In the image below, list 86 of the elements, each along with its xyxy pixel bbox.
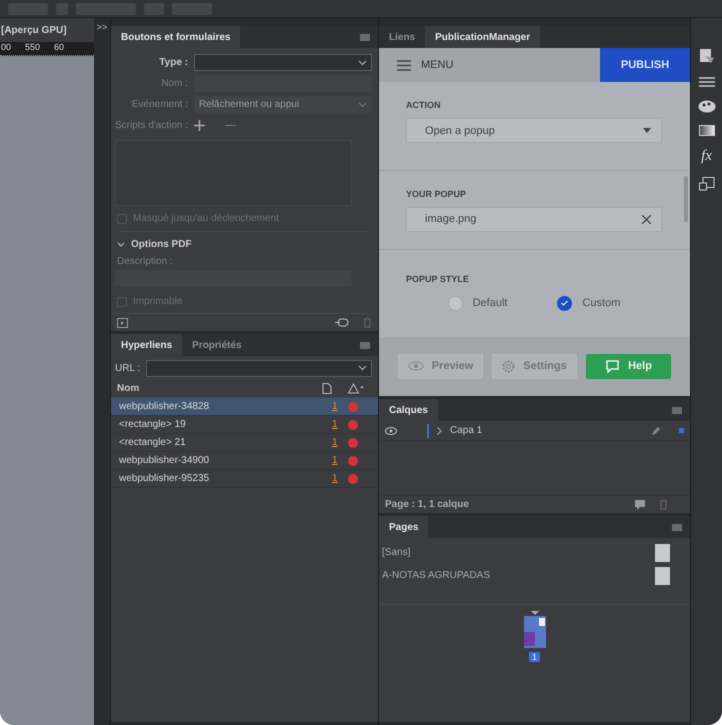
panel-menu-icon[interactable] <box>360 342 370 348</box>
radio-button[interactable] <box>557 296 572 311</box>
menu-icon[interactable] <box>397 60 411 70</box>
field-label: Type : <box>158 57 188 68</box>
field-label: URL : <box>115 362 140 374</box>
page-link[interactable]: 1 <box>332 437 348 448</box>
page-thumbnail[interactable] <box>522 611 546 649</box>
menu-label[interactable]: MENU <box>421 59 454 71</box>
chevron-down-icon <box>358 60 367 66</box>
eye-icon <box>408 361 424 372</box>
plus-icon[interactable] <box>194 120 206 131</box>
page-link[interactable]: 1 <box>332 419 348 430</box>
panel-tab[interactable]: Hyperliens <box>111 334 182 356</box>
page-number[interactable]: 1 <box>528 652 540 662</box>
panel-menu-icon[interactable] <box>360 34 370 40</box>
page-link[interactable]: 1 <box>332 401 348 412</box>
warning-icon <box>348 383 364 394</box>
section-label: YOUR POPUP <box>406 188 468 199</box>
panel-tab[interactable]: Pages <box>379 516 428 538</box>
chevron-down-icon <box>358 102 367 108</box>
panel-tab[interactable]: Calques <box>379 399 438 421</box>
help-button[interactable]: Help <box>586 354 671 379</box>
trash-icon[interactable] <box>659 499 668 510</box>
caret-down-icon <box>643 128 651 133</box>
effects-icon[interactable]: fx <box>701 148 712 165</box>
gradient-icon[interactable] <box>698 125 714 136</box>
checkbox[interactable] <box>117 296 127 306</box>
status-text: Page : 1, 1 calque <box>385 499 470 510</box>
field-label: Evénement : <box>130 99 188 110</box>
master-thumbnail[interactable] <box>655 566 670 584</box>
palette-icon[interactable] <box>698 100 716 113</box>
popup-field[interactable]: image.png <box>406 206 662 232</box>
panel-tab[interactable]: PublicationManager <box>425 26 540 48</box>
convert-icon[interactable] <box>335 318 349 327</box>
master-page-name[interactable]: A-NOTAS AGRUPADAS <box>382 570 490 581</box>
publish-button[interactable]: PUBLISH <box>600 48 690 82</box>
chat-bubble-icon <box>605 360 620 373</box>
panel-menu-icon[interactable] <box>672 524 682 530</box>
page-link[interactable]: 1 <box>332 473 348 484</box>
radio-button[interactable] <box>448 296 463 311</box>
hyperlink-row[interactable]: <rectangle> 21 1 <box>111 434 378 452</box>
hyperlink-row[interactable]: webpublisher-34828 1 <box>111 398 378 416</box>
settings-icon <box>502 360 516 373</box>
url-dropdown[interactable] <box>146 360 372 376</box>
master-page-name[interactable]: [Sans] <box>382 547 410 558</box>
hyperlink-row[interactable]: webpublisher-34900 1 <box>111 452 378 470</box>
panel-tab[interactable]: Liens <box>379 26 426 48</box>
chevron-down-icon <box>358 365 367 371</box>
play-icon[interactable] <box>117 318 128 328</box>
radio-label: Custom <box>582 297 620 310</box>
page-link[interactable]: 1 <box>332 455 348 466</box>
field-label: Description : <box>117 256 173 267</box>
action-dropdown[interactable]: Open a popup <box>406 118 662 143</box>
pencil-icon[interactable] <box>651 426 661 436</box>
dropdown-field[interactable] <box>194 54 372 71</box>
page-icon <box>322 383 332 394</box>
pages-icon[interactable] <box>698 48 714 64</box>
trash-icon[interactable] <box>363 317 372 328</box>
chevron-right-icon[interactable] <box>437 426 442 434</box>
hyperlink-row[interactable]: webpublisher-95235 1 <box>111 470 378 488</box>
close-icon[interactable] <box>642 214 651 224</box>
chevron-down-icon[interactable] <box>117 242 125 248</box>
document-tab[interactable]: [Aperçu GPU] <box>0 18 94 42</box>
new-layer-icon[interactable] <box>635 500 645 510</box>
section-label: ACTION <box>406 100 442 110</box>
text-wrap-icon[interactable] <box>698 177 714 191</box>
field-label: Nom : <box>160 78 188 89</box>
panel-menu-icon[interactable] <box>672 406 682 414</box>
radio-label: Default <box>472 297 508 310</box>
eye-icon[interactable] <box>385 426 397 434</box>
section-title[interactable]: Options PDF <box>131 239 192 250</box>
selection-square <box>679 428 684 433</box>
collapse-button[interactable]: >> <box>96 22 108 725</box>
minus-icon[interactable] <box>225 124 236 127</box>
layer-name[interactable]: Capa 1 <box>450 425 643 436</box>
scripts-label: Scripts d'action : <box>115 120 188 131</box>
checkbox[interactable] <box>117 214 127 224</box>
ruler: 00 550 60 <box>0 42 94 56</box>
section-label: POPUP STYLE <box>406 274 470 284</box>
checkmark-icon <box>561 300 568 306</box>
panel-tab[interactable]: Boutons et formulaires <box>111 26 240 48</box>
lines-icon[interactable] <box>698 76 714 88</box>
column-header: Nom <box>117 383 140 394</box>
panel-tab[interactable]: Propriétés <box>182 334 252 356</box>
master-thumbnail[interactable] <box>655 544 670 562</box>
hyperlink-row[interactable]: <rectangle> 19 1 <box>111 416 378 434</box>
